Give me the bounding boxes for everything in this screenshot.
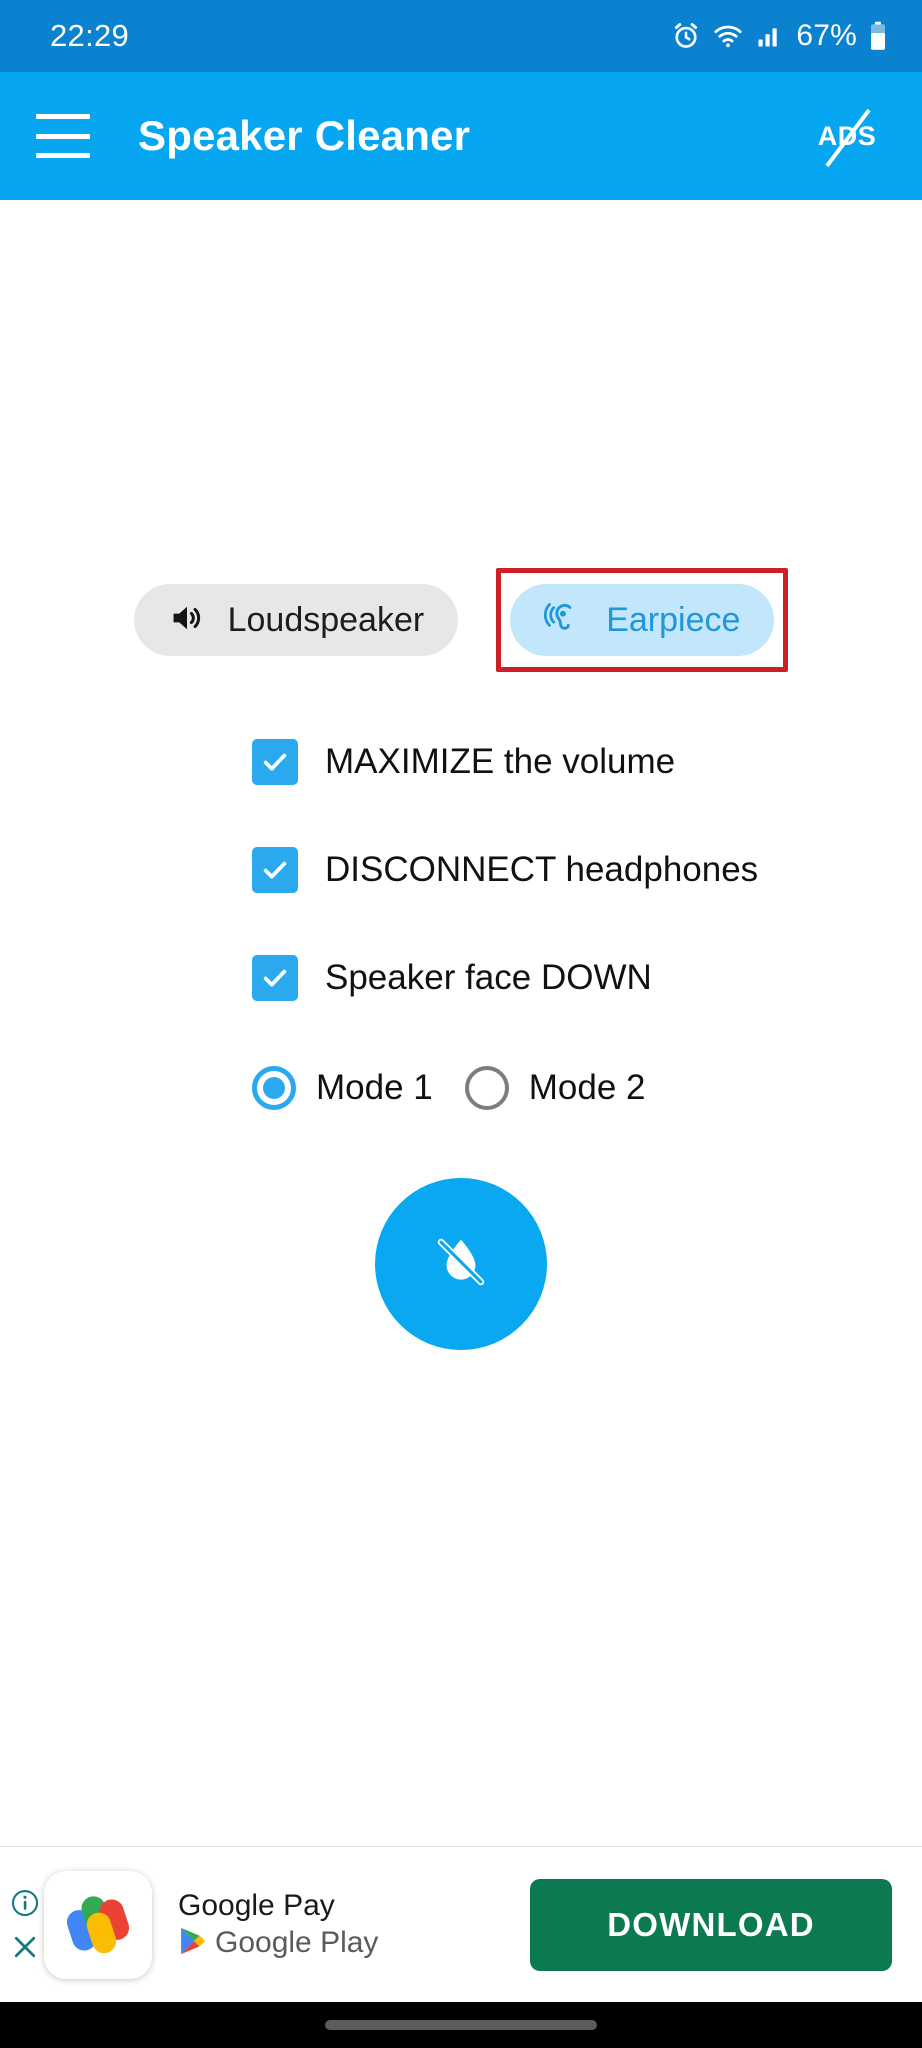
- ad-controls: [2, 1888, 48, 1962]
- close-x-icon[interactable]: [10, 1932, 40, 1962]
- chip-earpiece-label: Earpiece: [606, 600, 741, 639]
- hamburger-menu-icon[interactable]: [36, 114, 90, 158]
- earpiece-highlight-wrapper: Earpiece: [496, 568, 789, 672]
- mode-radio-group: Mode 1 Mode 2: [252, 1036, 646, 1140]
- ad-banner[interactable]: Google Pay Google Play DOWNLOAD: [0, 1846, 922, 2002]
- checkbox-label-maximize-volume: MAXIMIZE the volume: [325, 742, 676, 781]
- ad-store-label: Google Play: [215, 1926, 379, 1959]
- options-list: MAXIMIZE the volume DISCONNECT headphone…: [0, 708, 922, 1140]
- ad-text-block: Google Pay Google Play: [178, 1889, 378, 1961]
- battery-percentage: 67%: [796, 19, 857, 52]
- battery-icon: [868, 21, 888, 51]
- chip-loudspeaker-label: Loudspeaker: [227, 600, 425, 639]
- volume-up-icon: [168, 599, 206, 642]
- water-drop-off-icon: [430, 1231, 492, 1298]
- status-icons: 67%: [671, 19, 888, 53]
- system-navigation-bar: [0, 2002, 922, 2048]
- chip-loudspeaker[interactable]: Loudspeaker: [133, 584, 459, 656]
- radio-mode-2[interactable]: [464, 1066, 509, 1110]
- checkbox-disconnect-headphones[interactable]: [252, 847, 298, 893]
- phone-screen: 22:29 67% Speaker Cleaner Loudspeaker Ea…: [0, 0, 922, 2048]
- start-clean-button[interactable]: [375, 1178, 547, 1350]
- chip-earpiece[interactable]: Earpiece: [510, 584, 775, 656]
- alarm-icon: [671, 21, 701, 51]
- ad-store-row: Google Play: [178, 1926, 378, 1961]
- checkbox-maximize-volume[interactable]: [252, 739, 298, 785]
- no-ads-icon[interactable]: ADS: [810, 99, 884, 173]
- google-pay-logo-icon: [44, 1870, 152, 1979]
- status-bar: 22:29 67%: [0, 0, 922, 72]
- checkbox-speaker-face-down[interactable]: [252, 955, 298, 1001]
- output-selector-group: Loudspeaker Earpiece: [133, 568, 789, 672]
- radio-label-mode-2: Mode 2: [528, 1068, 646, 1107]
- download-button-label: DOWNLOAD: [607, 1905, 815, 1943]
- wifi-icon: [712, 21, 744, 51]
- checkbox-row-speaker-face-down[interactable]: Speaker face DOWN: [252, 924, 652, 1032]
- checkbox-row-maximize-volume[interactable]: MAXIMIZE the volume: [252, 708, 675, 816]
- cellular-signal-icon: [755, 22, 783, 50]
- radio-item-mode-2[interactable]: Mode 2: [464, 1066, 646, 1110]
- info-circle-icon[interactable]: [10, 1888, 40, 1918]
- google-play-triangle-icon: [178, 1926, 206, 1961]
- radio-item-mode-1[interactable]: Mode 1: [252, 1066, 433, 1110]
- download-button[interactable]: DOWNLOAD: [530, 1878, 892, 1971]
- checkbox-label-disconnect-headphones: DISCONNECT headphones: [325, 850, 759, 889]
- main-content: Loudspeaker Earpiece MAXIMIZE the volume…: [0, 200, 922, 2002]
- checkbox-label-speaker-face-down: Speaker face DOWN: [325, 958, 652, 997]
- radio-label-mode-1: Mode 1: [316, 1068, 433, 1107]
- app-bar: Speaker Cleaner ADS: [0, 72, 922, 200]
- ad-app-title: Google Pay: [178, 1888, 335, 1922]
- checkbox-row-disconnect-headphones[interactable]: DISCONNECT headphones: [252, 816, 758, 924]
- ear-icon: [544, 598, 584, 643]
- radio-mode-1[interactable]: [252, 1066, 296, 1110]
- home-gesture-pill[interactable]: [325, 2020, 597, 2030]
- page-title: Speaker Cleaner: [138, 112, 471, 159]
- status-clock: 22:29: [50, 18, 130, 53]
